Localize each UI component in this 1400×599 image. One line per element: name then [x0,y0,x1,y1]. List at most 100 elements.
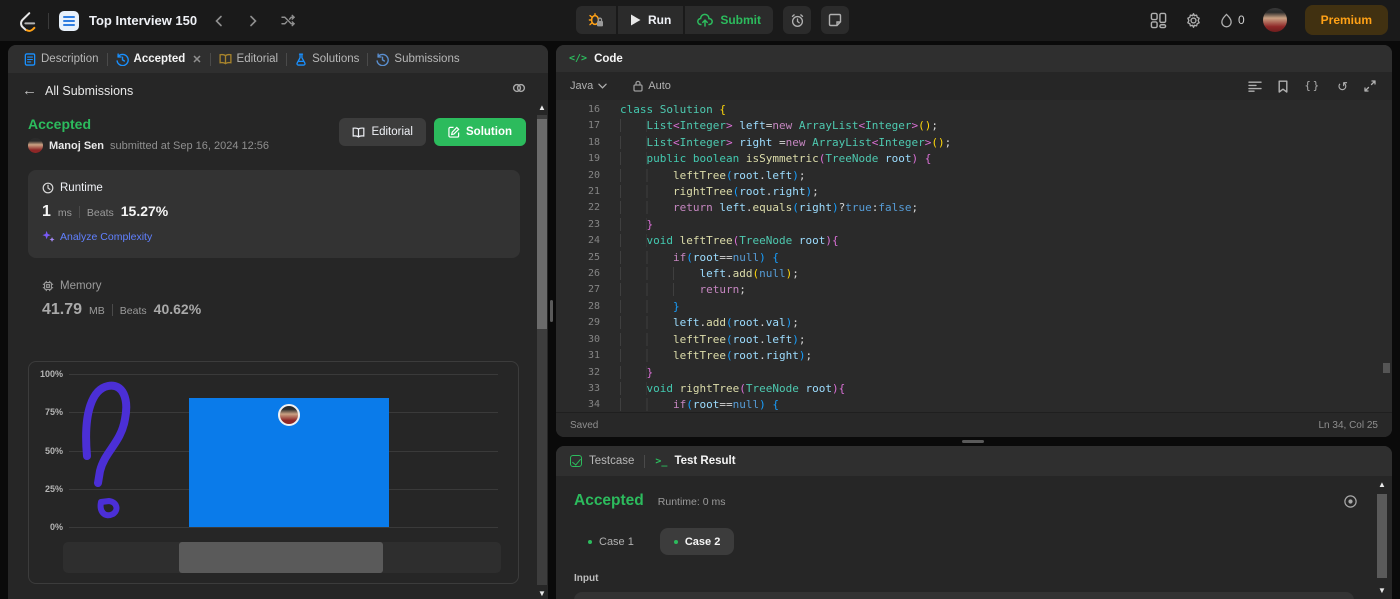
editor-scrollbar[interactable] [1383,100,1390,412]
gridline [69,374,498,375]
submit-button[interactable]: Submit [685,6,773,34]
visibility-icon[interactable] [1343,494,1358,509]
problem-list-icon[interactable] [59,10,79,31]
back-arrow-icon[interactable]: ← [22,83,37,98]
code-line[interactable]: 23 } [556,217,1392,233]
solution-label: Solution [466,126,512,138]
case-1-chip[interactable]: Case 1 [574,528,648,555]
problem-list-title[interactable]: Top Interview 150 [89,13,197,28]
shuffle-icon[interactable] [275,10,302,31]
next-problem-icon[interactable] [241,11,265,31]
tab-testcase[interactable]: Testcase [570,455,634,467]
runtime-beats: 15.27% [120,203,169,219]
breadcrumb[interactable]: All Submissions [45,84,133,98]
chart-range-slider[interactable] [63,542,501,573]
scrollbar-thumb[interactable] [1377,494,1387,578]
layout-grid-icon[interactable] [1150,12,1167,29]
code-line[interactable]: 25 if(root==null) { [556,250,1392,266]
premium-button[interactable]: Premium [1304,5,1388,35]
chart-slider-thumb[interactable] [179,542,383,573]
code-line[interactable]: 28 } [556,299,1392,315]
tab-submissions[interactable]: Submissions [370,52,465,66]
user-avatar[interactable] [1262,8,1287,32]
tab-description[interactable]: Description [18,52,105,66]
code-line[interactable]: 17 List<Integer> left=new ArrayList<Inte… [556,118,1392,134]
book-icon [353,126,365,138]
left-panel-scrollbar[interactable]: ▲ ▼ [536,103,548,599]
reset-code-icon[interactable]: ↺ [1337,80,1348,93]
code-line[interactable]: 20 leftTree(root.left); [556,168,1392,184]
language-selector[interactable]: Java [566,80,611,92]
code-line[interactable]: 24 void leftTree(TreeNode root){ [556,233,1392,249]
case-label: Case 1 [599,535,634,548]
leetcode-logo[interactable] [16,10,38,32]
code-line[interactable]: 30 leftTree(root.left); [556,332,1392,348]
debugger-button[interactable] [576,6,616,34]
close-tab-icon[interactable]: ✕ [192,53,201,66]
editorial-button[interactable]: Editorial [339,118,426,146]
streak-counter[interactable]: 0 [1220,13,1245,28]
tab-accepted[interactable]: Accepted ✕ [110,52,208,66]
test-result-panel: Testcase >_ Test Result Accepted Runtime… [556,446,1392,599]
code-line[interactable]: 21 rightTree(root.right); [556,184,1392,200]
panel-resize-handle-horizontal[interactable] [962,440,984,443]
memory-card[interactable]: Memory 41.79 MB Beats 40.62% [42,280,201,319]
book-icon [218,53,232,65]
expand-editor-icon[interactable] [1364,80,1376,92]
solution-button[interactable]: Solution [434,118,526,146]
scroll-up-icon[interactable]: ▲ [1376,480,1388,490]
code-line[interactable]: 34 if(root==null) { [556,397,1392,412]
result-runtime: Runtime: 0 ms [657,496,726,508]
notes-button[interactable] [821,6,849,34]
code-line[interactable]: 27 return; [556,282,1392,298]
code-line[interactable]: 19 public boolean isSymmetric(TreeNode r… [556,151,1392,167]
copy-link-icon[interactable] [512,81,526,95]
settings-gear-icon[interactable] [1185,12,1202,29]
bookmark-icon[interactable] [1278,80,1288,93]
scroll-up-icon[interactable]: ▲ [536,103,548,113]
run-button[interactable]: Run [618,6,684,34]
code-editor-panel: </> Code Java Auto {} ↺ 16 class Solutio… [556,45,1392,437]
analyze-complexity-button[interactable]: Analyze Complexity [42,230,506,243]
tab-label: Description [41,53,99,65]
scrollbar-thumb[interactable] [537,119,547,329]
timer-button[interactable] [783,6,811,34]
memory-value: 41.79 [42,301,83,318]
memory-unit: MB [89,305,105,317]
input-value-box[interactable] [574,592,1354,599]
tab-test-result[interactable]: >_ Test Result [655,455,735,467]
tab-solutions[interactable]: Solutions [289,52,365,66]
scrollbar-thumb[interactable] [1383,363,1390,373]
case-2-chip[interactable]: Case 2 [659,528,735,555]
tab-editorial[interactable]: Editorial [213,53,285,65]
panel-resize-handle-vertical[interactable] [550,300,553,322]
editor-status-bar: Saved Ln 34, Col 25 [556,412,1392,437]
author-name[interactable]: Manoj Sen [49,140,104,152]
code-panel-title[interactable]: Code [594,53,623,65]
lock-icon [633,80,643,92]
line-number: 29 [587,317,600,329]
result-scrollbar[interactable]: ▲ ▼ [1376,480,1388,596]
runtime-title: Runtime [60,182,103,194]
code-line[interactable]: 16 class Solution { [556,102,1392,118]
tab-label: Accepted [133,53,186,65]
case-dot [588,539,592,544]
code-line[interactable]: 22 return left.equals(right)?true:false; [556,200,1392,216]
braces-icon[interactable]: {} [1304,80,1321,92]
code-line[interactable]: 18 List<Integer> right =new ArrayList<In… [556,135,1392,151]
code-line[interactable]: 31 leftTree(root.right); [556,348,1392,364]
code-line[interactable]: 32 } [556,365,1392,381]
code-line[interactable]: 33 void rightTree(TreeNode root){ [556,381,1392,397]
scroll-down-icon[interactable]: ▼ [1376,586,1388,596]
format-code-icon[interactable] [1248,81,1263,92]
runtime-card[interactable]: Runtime 1 ms Beats 15.27% Analyze Comple… [28,170,520,258]
prev-problem-icon[interactable] [207,11,231,31]
code-editor[interactable]: 16 class Solution {17 List<Integer> left=… [556,100,1392,412]
code-line[interactable]: 29 left.add(root.val); [556,315,1392,331]
autocomplete-toggle[interactable]: Auto [633,80,671,92]
scroll-down-icon[interactable]: ▼ [536,589,548,599]
line-number: 24 [587,235,600,247]
cursor-position[interactable]: Ln 34, Col 25 [1319,420,1379,431]
y-axis-tick: 75% [44,407,63,418]
code-line[interactable]: 26 left.add(null); [556,266,1392,282]
